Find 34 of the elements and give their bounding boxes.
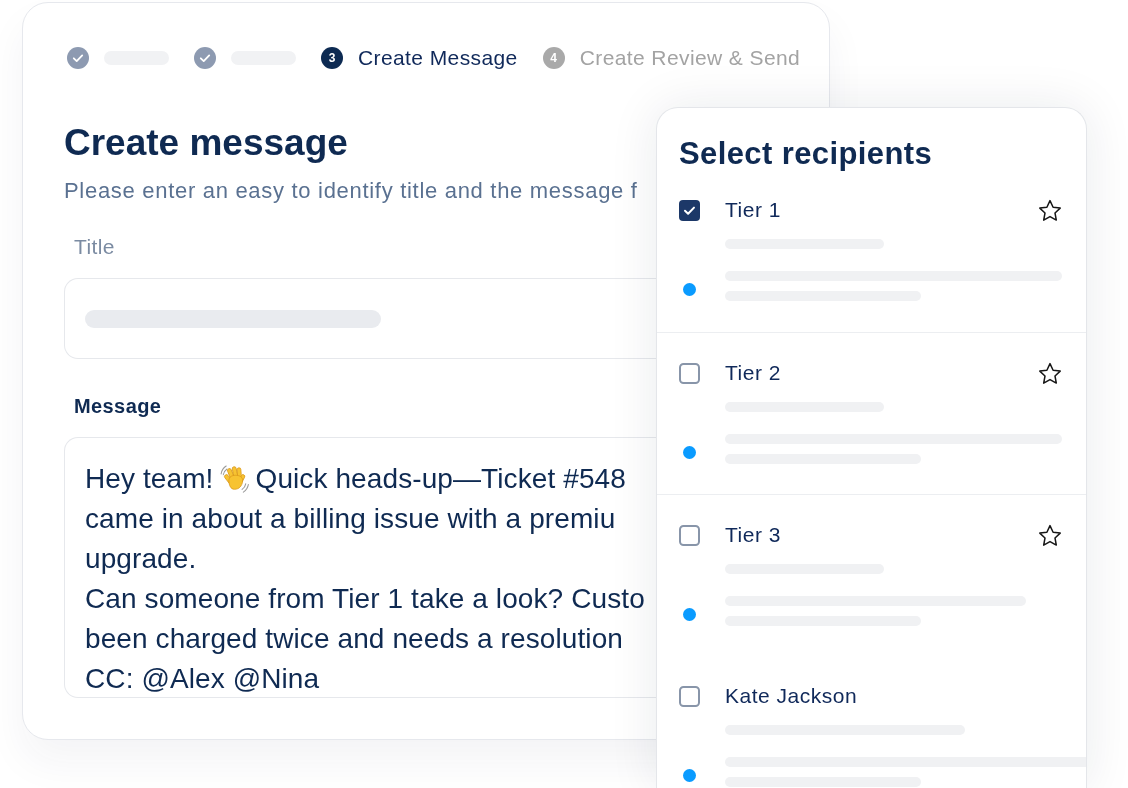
checkbox[interactable] bbox=[679, 685, 700, 707]
message-field[interactable]: Hey team! Quick heads-up—Ticket #548 came in about a billing issue with a premiu upgrade. Can someone from Tier 1 take a look? Custo been charged twice and needs a resolution CC: @Alex @Nina bbox=[64, 437, 657, 698]
status-dot-icon bbox=[683, 768, 696, 782]
field-label: Title bbox=[74, 235, 115, 259]
panel-heading: Select recipients bbox=[679, 138, 933, 170]
title-field[interactable] bbox=[64, 278, 657, 359]
step-label: Create Review & Send bbox=[579, 45, 801, 71]
message-text: Hey team! bbox=[85, 462, 214, 496]
recipient-name: Kate Jackson bbox=[725, 683, 858, 709]
message-text: Can someone from Tier 1 take a look? Custo bbox=[85, 582, 645, 616]
checkbox[interactable] bbox=[679, 524, 700, 546]
page-description: Please enter an easy to identify title and the message f bbox=[64, 177, 638, 205]
star-icon[interactable] bbox=[1038, 361, 1062, 385]
field-label: Message bbox=[74, 394, 162, 418]
recipient-name: Tier 2 bbox=[725, 360, 781, 386]
message-text: came in about a billing issue with a premiu bbox=[85, 502, 616, 536]
step-number: 4 bbox=[542, 47, 565, 69]
recipient-name: Tier 1 bbox=[725, 197, 781, 223]
waving-hand-icon bbox=[219, 464, 250, 494]
status-dot-icon bbox=[683, 282, 696, 296]
message-text: upgrade. bbox=[85, 542, 197, 576]
step-label: Create Message bbox=[358, 45, 518, 71]
page-heading: Create message bbox=[64, 121, 348, 165]
recipient-name: Tier 3 bbox=[725, 522, 781, 548]
step-number: 3 bbox=[321, 47, 343, 69]
status-dot-icon bbox=[683, 607, 696, 621]
checkbox[interactable] bbox=[679, 199, 700, 221]
message-text: been charged twice and needs a resolution bbox=[85, 622, 624, 656]
status-dot-icon bbox=[683, 445, 696, 459]
star-icon[interactable] bbox=[1038, 523, 1062, 547]
checkbox[interactable] bbox=[679, 362, 700, 384]
star-icon[interactable] bbox=[1038, 198, 1062, 222]
message-text: CC: @Alex @Nina bbox=[85, 662, 320, 696]
message-text: Quick heads-up—Ticket #548 bbox=[255, 462, 626, 496]
